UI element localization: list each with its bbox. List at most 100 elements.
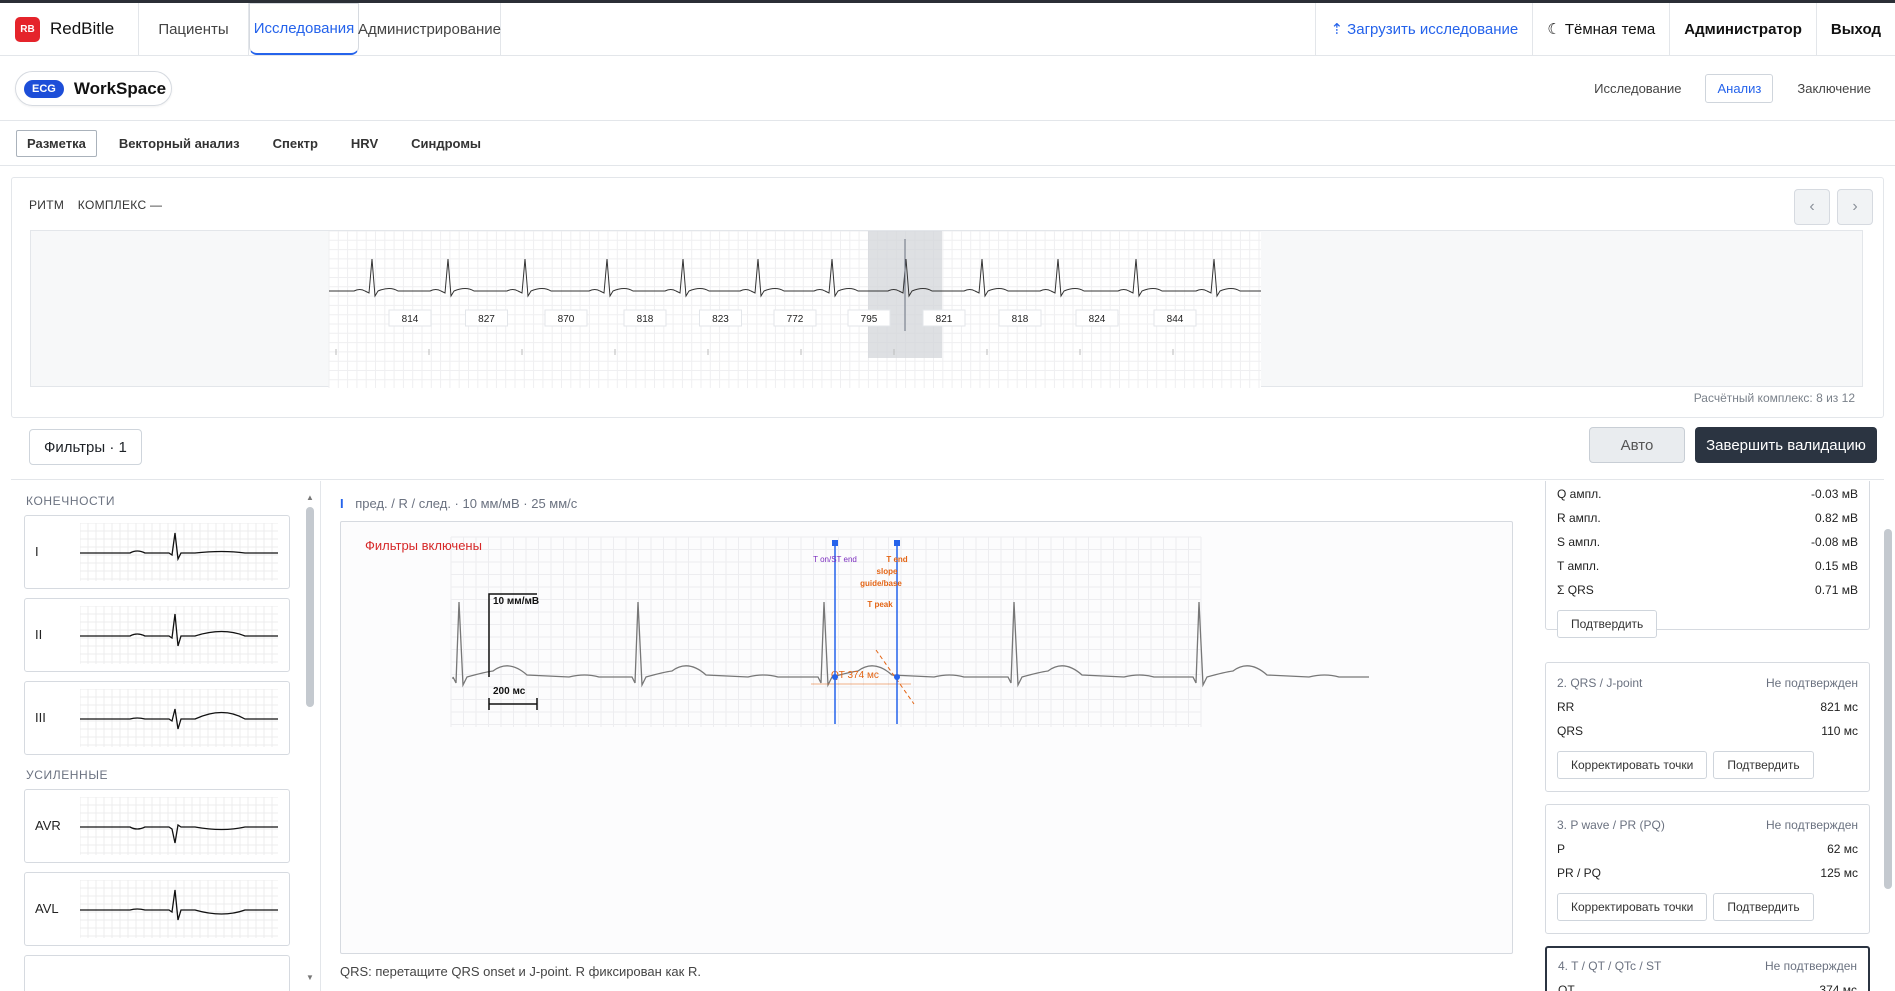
scroll-up-arrow[interactable]: ▲ bbox=[306, 493, 314, 502]
lead-card-avl[interactable]: AVL bbox=[24, 872, 290, 946]
lead-group-augmented: УСИЛЕННЫЕ bbox=[26, 768, 109, 782]
tab-syndromes[interactable]: Синдромы bbox=[400, 130, 492, 157]
measurements-panel: Q ампл. -0.03 мВ R ампл. 0.82 мВ S ампл. -0… bbox=[1523, 481, 1895, 991]
workspace-title: WorkSpace bbox=[73, 78, 167, 98]
workspace-tabs: Исследование Анализ Заключение bbox=[1570, 74, 1883, 103]
upload-study-button[interactable]: ⇡ Загрузить исследование bbox=[1315, 3, 1532, 55]
workspace-bar: ECG WorkSpace Исследование Анализ Заключ… bbox=[0, 57, 1895, 121]
lead-name: I bbox=[35, 544, 39, 559]
filters-button[interactable]: Фильтры · 1 bbox=[29, 429, 142, 465]
scroll-down-arrow[interactable]: ▼ bbox=[306, 973, 314, 982]
time-calibration-label: 200 мс bbox=[493, 686, 526, 697]
tab-study[interactable]: Исследование bbox=[1582, 74, 1693, 103]
scrollbar-thumb[interactable] bbox=[306, 507, 314, 707]
rhythm-strip-chart[interactable]: 814 827 870 818 823 772 795 821 818 824 844 bbox=[31, 231, 1864, 388]
status-badge: Не подтвержден bbox=[1766, 818, 1858, 832]
workspace-pill[interactable]: ECG WorkSpace bbox=[15, 71, 172, 106]
ecg-badge: ECG bbox=[24, 79, 64, 98]
tab-analysis[interactable]: Анализ bbox=[1705, 74, 1774, 103]
t-peak-label: T peak bbox=[867, 600, 893, 609]
finish-validation-button[interactable]: Завершить валидацию bbox=[1695, 427, 1877, 463]
thumbnail-grid bbox=[80, 606, 278, 664]
lead-card-iii[interactable]: III bbox=[24, 681, 290, 755]
rr-interval-label: 870 bbox=[558, 314, 575, 325]
rr-interval-label: 795 bbox=[861, 314, 878, 325]
marker-handle bbox=[832, 540, 838, 546]
nav-tab-patients[interactable]: Пациенты bbox=[139, 3, 249, 55]
amplitude-calibration-label: 10 мм/мВ bbox=[493, 596, 539, 607]
scrollbar-thumb[interactable] bbox=[1884, 529, 1892, 889]
lead-group-limb: КОНЕЧНОСТИ bbox=[26, 494, 116, 508]
qt-card[interactable]: 4. T / QT / QTc / ST Не подтвержден QT 374… bbox=[1545, 946, 1870, 991]
leads-sidebar: КОНЕЧНОСТИ I II III УСИЛЕННЫЕ AVR AVL ▲ … bbox=[11, 481, 321, 991]
t-end-label: T end bbox=[886, 555, 907, 564]
lead-thumbnail bbox=[80, 880, 278, 938]
filter-bar: Фильтры · 1 Авто Завершить валидацию bbox=[11, 418, 1884, 480]
card-title: 2. QRS / J-point bbox=[1557, 676, 1643, 690]
measurement-row: Q ампл. -0.03 мВ bbox=[1557, 487, 1858, 501]
complex-label: КОМПЛЕКС — bbox=[77, 198, 163, 212]
marker-handle bbox=[894, 540, 900, 546]
thumbnail-grid bbox=[80, 689, 278, 747]
thumbnail-grid bbox=[80, 880, 278, 938]
rhythm-strip[interactable]: 814 827 870 818 823 772 795 821 818 824 844 bbox=[30, 230, 1864, 388]
tab-hrv[interactable]: HRV bbox=[340, 130, 389, 157]
current-lead: I bbox=[340, 496, 344, 511]
auto-button[interactable]: Авто bbox=[1589, 427, 1685, 463]
tab-conclusion[interactable]: Заключение bbox=[1785, 74, 1883, 103]
nav-tab-administration[interactable]: Администрирование bbox=[358, 3, 501, 55]
t-on-label: T on/ST end bbox=[813, 555, 857, 564]
guide-base-label: guide/base bbox=[860, 579, 902, 588]
correct-points-button[interactable]: Корректировать точки bbox=[1557, 751, 1708, 779]
ecg-trace bbox=[452, 601, 1369, 688]
ecg-canvas[interactable]: 10 мм/мВ 200 мс QT 374 мс T on/ST end T end s… bbox=[340, 521, 1513, 954]
top-navigation: RB RedBitle Пациенты Исследования Админи… bbox=[0, 3, 1895, 56]
measurements-scrollbar[interactable] bbox=[1883, 481, 1892, 991]
nav-tab-studies[interactable]: Исследования bbox=[249, 3, 359, 55]
lead-name: AVR bbox=[35, 818, 61, 833]
previous-complex-button[interactable]: ‹ bbox=[1794, 189, 1830, 225]
lead-name: II bbox=[35, 627, 43, 642]
rr-interval-label: 827 bbox=[478, 314, 495, 325]
lead-thumbnail bbox=[80, 797, 278, 855]
lead-card-avr[interactable]: AVR bbox=[24, 789, 290, 863]
confirm-button[interactable]: Подтвердить bbox=[1713, 893, 1814, 921]
lead-card-i[interactable]: I bbox=[24, 515, 290, 589]
status-badge: Не подтвержден bbox=[1766, 676, 1858, 690]
card-title: 3. P wave / PR (PQ) bbox=[1557, 818, 1665, 832]
measurement-row: S ампл. -0.08 мВ bbox=[1557, 535, 1858, 549]
leads-scrollbar[interactable]: ▲ ▼ bbox=[306, 493, 314, 982]
brand-name: RedBitle bbox=[50, 19, 115, 38]
lead-name: III bbox=[35, 710, 46, 725]
lead-card-ii[interactable]: II bbox=[24, 598, 290, 672]
rr-interval-label: 821 bbox=[936, 314, 953, 325]
dark-theme-toggle[interactable]: ☾ Тёмная тема bbox=[1532, 3, 1669, 55]
tab-vector-analysis[interactable]: Векторный анализ bbox=[108, 130, 251, 157]
confirm-button[interactable]: Подтвердить bbox=[1557, 610, 1658, 638]
lead-card-partial[interactable] bbox=[24, 955, 290, 991]
marker-point bbox=[832, 674, 838, 680]
rr-interval-label: 818 bbox=[1012, 314, 1029, 325]
tab-markup[interactable]: Разметка bbox=[16, 130, 97, 157]
confirm-button[interactable]: Подтвердить bbox=[1713, 751, 1814, 779]
user-menu[interactable]: Администратор bbox=[1669, 3, 1816, 55]
ecg-hint: QRS: перетащите QRS onset и J-point. R ф… bbox=[340, 964, 701, 979]
amplitude-card: Q ампл. -0.03 мВ R ампл. 0.82 мВ S ампл. -0… bbox=[1545, 481, 1870, 638]
brand-logo: RB bbox=[15, 16, 40, 42]
ecg-editor: I пред. / R / след. · 10 мм/мВ · 25 мм/с… bbox=[322, 481, 1522, 991]
measurement-row: QRS 110 мс bbox=[1557, 724, 1858, 738]
brand[interactable]: RB RedBitle bbox=[0, 3, 139, 55]
thumbnail-grid bbox=[80, 523, 278, 581]
next-complex-button[interactable]: › bbox=[1837, 189, 1873, 225]
tab-spectrum[interactable]: Спектр bbox=[262, 130, 329, 157]
rhythm-label: РИТМ bbox=[29, 198, 65, 212]
rhythm-panel: РИТМ КОМПЛЕКС — ‹ › 814 827 870 818 823 772 79… bbox=[11, 177, 1884, 418]
ecg-plot[interactable]: 10 мм/мВ 200 мс QT 374 мс T on/ST end T end s… bbox=[341, 522, 1514, 955]
correct-points-button[interactable]: Корректировать точки bbox=[1557, 893, 1708, 921]
lead-thumbnail bbox=[80, 689, 278, 747]
rr-interval-label: 823 bbox=[712, 314, 729, 325]
rr-interval-label: 824 bbox=[1089, 314, 1106, 325]
measurement-row: RR 821 мс bbox=[1557, 700, 1858, 714]
logout-button[interactable]: Выход bbox=[1815, 3, 1895, 55]
lead-thumbnail bbox=[80, 606, 278, 664]
